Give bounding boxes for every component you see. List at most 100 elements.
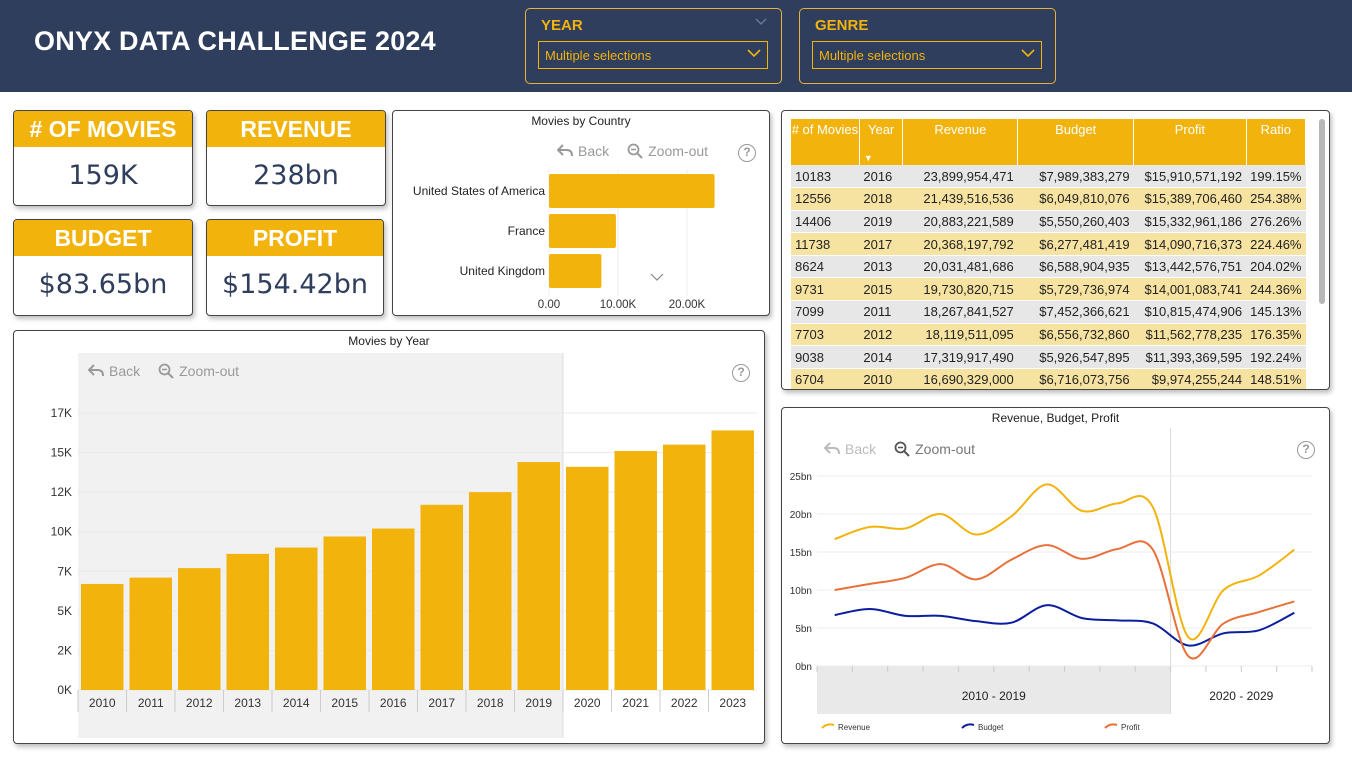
table-cell: $7,989,383,279 <box>1017 165 1134 189</box>
zoom-out-button[interactable]: Zoom-out <box>158 363 239 379</box>
y-tick-label: 15K <box>51 446 72 460</box>
chevron-down-icon <box>1021 49 1035 58</box>
column-header-revenue[interactable]: Revenue <box>902 119 1019 165</box>
series-line-budget <box>834 604 1295 647</box>
genre-dropdown-value: Multiple selections <box>819 48 926 63</box>
revenue-budget-profit-visual[interactable]: Revenue, Budget, Profit 0bn 5bn 10bn 15bn 20… <box>781 407 1330 744</box>
bar <box>614 450 657 690</box>
table-cell: $10,815,474,906 <box>1133 300 1247 324</box>
zoom-out-button[interactable]: Zoom-out <box>894 441 975 457</box>
table-cell: 2012 <box>859 323 903 347</box>
table-scrollbar[interactable] <box>1319 119 1325 304</box>
movies-table-visual[interactable]: # of Movies Year ▼ Revenue Budget Profit … <box>781 110 1330 390</box>
column-header-budget[interactable]: Budget <box>1017 119 1135 165</box>
table-row[interactable]: 10183 2016 23,899,954,471 $7,989,383,279 $15… <box>791 165 1306 189</box>
x-tick-label: 2022 <box>671 696 698 710</box>
table-row[interactable]: 11738 2017 20,368,197,792 $6,277,481,419 $14… <box>791 232 1306 256</box>
x-tick-label: 10.00K <box>600 299 637 311</box>
bar <box>323 536 366 690</box>
column-header-profit[interactable]: Profit <box>1133 119 1247 165</box>
visual-toolbar: Back Zoom-out <box>88 363 251 379</box>
bar <box>372 528 415 690</box>
table-row[interactable]: 14406 2019 20,883,221,589 $5,550,260,403 $15… <box>791 210 1306 234</box>
kpi-value: $154.42bn <box>222 269 368 300</box>
movies-by-country-visual[interactable]: Movies by Country Back Zoom-out ? 0.00 10… <box>392 110 770 316</box>
table-row[interactable]: 8624 2013 20,031,481,686 $6,588,904,935 $13,… <box>791 255 1306 279</box>
x-tick-label: 2013 <box>234 696 261 710</box>
genre-slicer[interactable]: GENRE Multiple selections <box>799 8 1056 84</box>
table-cell: 199.15% <box>1246 165 1306 189</box>
year-dropdown[interactable]: Multiple selections <box>538 41 768 69</box>
table-cell: 2015 <box>859 277 903 302</box>
table-row[interactable]: 7703 2012 18,119,511,095 $6,556,732,860 $11,… <box>791 323 1306 347</box>
table-cell: $5,729,736,974 <box>1017 277 1134 302</box>
table-cell: 20,031,481,686 <box>902 255 1018 279</box>
table-cell: 2019 <box>859 210 903 234</box>
table-cell: 145.13% <box>1246 300 1306 324</box>
x-tick-label: 0.00 <box>538 299 560 311</box>
table-cell: 20,883,221,589 <box>902 210 1018 234</box>
table-row[interactable]: 7099 2011 18,267,841,527 $7,452,366,621 $10,… <box>791 300 1306 324</box>
table-cell: 17,319,917,490 <box>902 345 1018 369</box>
table-cell: 2011 <box>859 300 903 324</box>
series-line-profit <box>834 540 1295 660</box>
header-bar: ONYX DATA CHALLENGE 2024 YEAR Multiple s… <box>0 0 1352 92</box>
kpi-label: BUDGET <box>14 220 192 256</box>
genre-slicer-title: GENRE <box>815 17 869 34</box>
kpi-value: $83.65bn <box>38 269 168 300</box>
genre-dropdown[interactable]: Multiple selections <box>812 41 1042 69</box>
back-arrow-icon <box>88 364 104 377</box>
x-group-label: 2010 - 2019 <box>962 689 1026 703</box>
table-cell: 18,267,841,527 <box>902 300 1018 324</box>
table-cell: 18,119,511,095 <box>902 323 1018 347</box>
column-header-movies[interactable]: # of Movies <box>791 119 860 165</box>
x-tick-label: 2015 <box>331 696 358 710</box>
bar <box>226 553 269 690</box>
x-tick-label: 2020 <box>574 696 601 710</box>
table-cell: 2013 <box>859 255 903 279</box>
y-tick-label: 20bn <box>790 510 812 521</box>
table-row[interactable]: 9731 2015 19,730,820,715 $5,729,736,974 $14,… <box>791 277 1306 302</box>
y-tick-label: 0bn <box>795 662 812 673</box>
table-cell: 276.26% <box>1246 210 1306 234</box>
y-tick-label: 12K <box>51 485 72 499</box>
year-slicer[interactable]: YEAR Multiple selections <box>525 8 782 84</box>
table-row[interactable]: 12556 2018 21,439,516,536 $6,049,810,076 $15… <box>791 187 1306 211</box>
year-dropdown-value: Multiple selections <box>545 48 652 63</box>
chevron-down-icon[interactable] <box>755 15 767 30</box>
table-cell: 21,439,516,536 <box>902 187 1018 211</box>
help-icon[interactable]: ? <box>1297 441 1315 459</box>
back-label: Back <box>845 441 877 457</box>
table-cell: $6,277,481,419 <box>1017 232 1134 256</box>
y-tick-label: 10K <box>51 525 72 539</box>
legend-marker <box>1104 723 1118 729</box>
movies-by-year-visual[interactable]: Movies by Year 0K 2K 5K 7K 10K 12K 15K 17K 2010 2… <box>13 330 765 744</box>
table-cell: 7703 <box>791 323 860 347</box>
legend-label: Revenue <box>838 723 871 732</box>
table-cell: $15,332,961,186 <box>1133 210 1247 234</box>
table-cell: $6,716,073,756 <box>1017 368 1134 389</box>
category-label: United Kingdom <box>460 264 545 278</box>
table-cell: 254.38% <box>1246 187 1306 211</box>
back-button[interactable]: Back <box>88 363 140 379</box>
y-tick-label: 25bn <box>790 472 812 483</box>
table-cell: 2010 <box>859 368 903 389</box>
x-tick-label: 2023 <box>719 696 746 710</box>
help-icon[interactable]: ? <box>732 364 750 382</box>
table-cell: 2017 <box>859 232 903 256</box>
table-row[interactable]: 9038 2014 17,319,917,490 $5,926,547,895 $11,… <box>791 345 1306 369</box>
table-row[interactable]: 6704 2010 16,690,329,000 $6,716,073,756 $9,9… <box>791 368 1306 389</box>
bar <box>275 547 318 690</box>
chevron-down-icon[interactable] <box>650 273 664 282</box>
kpi-value: 159K <box>68 160 138 191</box>
column-header-ratio[interactable]: Ratio <box>1246 119 1307 165</box>
column-header-year[interactable]: Year ▼ <box>859 119 904 165</box>
country-bar-chart: 0.00 10.00K 20.00K United States of America… <box>413 169 715 311</box>
zoom-out-icon <box>158 363 174 379</box>
y-tick-label: 10bn <box>790 586 812 597</box>
revenue-budget-profit-line-chart: 0bn 5bn 10bn 15bn 20bn 25bn 2010 - 2019 2020 - … <box>790 428 1313 732</box>
table-cell: 11738 <box>791 232 860 256</box>
back-button[interactable]: Back <box>824 441 876 457</box>
bar <box>711 430 754 690</box>
kpi-card-movies: # OF MOVIES 159K <box>13 110 193 206</box>
